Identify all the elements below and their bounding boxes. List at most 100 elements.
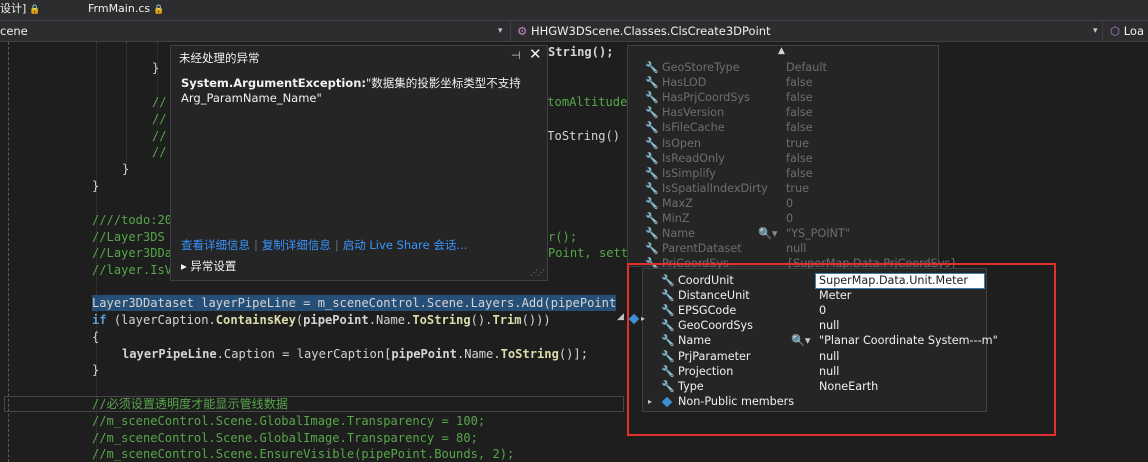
code-line: ttomAltitude xyxy=(540,95,628,109)
close-icon[interactable]: ✕ xyxy=(529,45,542,63)
property-name: IsFileCache xyxy=(662,121,725,135)
code-line: layerPipeLine.Caption = layerCaption[pip… xyxy=(122,347,588,361)
property-name: ParentDataset xyxy=(662,242,742,256)
chevron-down-icon[interactable]: ▾ xyxy=(498,21,503,41)
tab-frmmain-cs[interactable]: FrmMain.cs 🔒 xyxy=(84,0,164,20)
code-line: // xyxy=(152,95,167,109)
property-name: HasVersion xyxy=(662,106,725,120)
property-value: false xyxy=(786,166,813,180)
tab-designer[interactable]: 设计] 🔒 xyxy=(0,0,41,20)
property-value: Default xyxy=(786,61,827,74)
document-tab-bar: 设计] 🔒 FrmMain.cs 🔒 xyxy=(0,0,1148,20)
member-label: Loa xyxy=(1123,24,1144,38)
wrench-icon: 🔧 xyxy=(645,181,659,195)
property-value: false xyxy=(786,151,813,165)
divider xyxy=(510,21,511,41)
indent-guide xyxy=(126,42,127,162)
tab-frmmain-label: FrmMain.cs xyxy=(88,2,151,15)
member-dropdown[interactable]: ⬡ Loa xyxy=(1110,21,1144,41)
property-value: false xyxy=(786,76,813,90)
property-value: true xyxy=(786,136,809,150)
exception-settings-toggle[interactable]: ▸ 异常设置 xyxy=(181,258,236,274)
navigation-bar: cene ▾ ⚙ HHGW3DScene.Classes.ClsCreate3D… xyxy=(0,20,1148,42)
exception-type: System.ArgumentException: xyxy=(181,76,366,90)
code-line: //m_sceneControl.Scene.GlobalImage.Trans… xyxy=(92,431,478,445)
code-line: .ToString() xyxy=(540,129,621,143)
chevron-down-icon[interactable]: ▾ xyxy=(1093,21,1098,41)
project-dropdown[interactable]: cene xyxy=(0,21,28,41)
magnifier-icon[interactable]: 🔍▾ xyxy=(758,226,778,241)
link-separator: | xyxy=(254,238,258,252)
resize-grip-icon[interactable]: ⋰⋰ xyxy=(530,268,545,277)
code-line: //layer.IsV xyxy=(92,263,173,277)
property-name: MaxZ xyxy=(662,196,693,210)
property-value: 0 xyxy=(786,196,794,210)
code-line: // xyxy=(152,129,167,143)
code-line: } xyxy=(152,61,160,75)
code-line: } xyxy=(122,162,130,176)
divider xyxy=(1102,21,1103,41)
tab-designer-label: 设计] xyxy=(0,2,27,15)
property-name: HasLOD xyxy=(662,76,707,90)
property-value: null xyxy=(786,242,807,256)
property-name: GeoStoreType xyxy=(662,61,740,74)
exception-links: 查看详细信息 | 复制详细信息 | 启动 Live Share 会话... xyxy=(181,237,467,253)
code-line: { xyxy=(92,330,100,344)
exception-message: System.ArgumentException:"数据集的投影坐标类型不支持 … xyxy=(181,76,531,106)
property-name: IsSpatialIndexDirty xyxy=(662,181,768,195)
code-line: } xyxy=(92,363,100,377)
wrench-icon: 🔧 xyxy=(645,121,659,135)
wrench-icon: 🔧 xyxy=(645,136,659,150)
property-name: IsReadOnly xyxy=(662,151,725,165)
live-share-link[interactable]: 启动 Live Share 会话... xyxy=(343,238,468,252)
code-line: r(); xyxy=(548,230,578,244)
code-line: //Layer3DDa xyxy=(92,246,173,260)
pin-icon[interactable]: ⊣ xyxy=(511,49,521,62)
exception-text: "数据集的投影坐标类型不支持 xyxy=(365,76,521,90)
code-line: //m_sceneControl.Scene.GlobalImage.Trans… xyxy=(92,414,486,428)
scroll-up-icon[interactable]: ▲ xyxy=(778,46,785,56)
lock-icon: 🔒 xyxy=(153,5,165,15)
highlighted-code-line: Layer3DDataset layerPipeLine = m_sceneCo… xyxy=(92,295,617,311)
property-value: false xyxy=(786,106,813,120)
code-line: String(); xyxy=(548,45,614,59)
property-name: MinZ xyxy=(662,212,690,225)
lock-icon: 🔒 xyxy=(29,5,41,15)
property-value: false xyxy=(786,121,813,135)
wrench-icon: 🔧 xyxy=(645,106,659,120)
property-name: IsSimplify xyxy=(662,166,716,180)
property-name: HasPrjCoordSys xyxy=(662,91,750,105)
property-value: true xyxy=(786,181,809,195)
view-details-link[interactable]: 查看详细信息 xyxy=(181,238,250,252)
wrench-icon: 🔧 xyxy=(645,242,659,256)
exception-text-2: Arg_ParamName_Name" xyxy=(181,91,322,105)
wrench-icon: 🔧 xyxy=(645,151,659,165)
class-icon: ⚙ xyxy=(517,24,528,38)
current-line-indicator xyxy=(4,396,624,412)
annotation-highlight-box xyxy=(627,263,1056,436)
class-dropdown[interactable]: ⚙ HHGW3DScene.Classes.ClsCreate3DPoint xyxy=(517,21,771,41)
wrench-icon: 🔧 xyxy=(645,227,659,241)
wrench-icon: 🔧 xyxy=(645,91,659,105)
link-separator: | xyxy=(334,238,339,252)
wrench-icon: 🔧 xyxy=(645,166,659,180)
code-line: // xyxy=(152,112,167,126)
property-name: IsOpen xyxy=(662,136,702,150)
code-line: //Layer3DS xyxy=(92,230,165,244)
code-line: } xyxy=(92,179,100,193)
wrench-icon: 🔧 xyxy=(645,212,659,225)
pin-icon[interactable]: ◢ xyxy=(617,312,624,322)
code-line: //m_sceneControl.Scene.EnsureVisible(pip… xyxy=(92,447,515,461)
wrench-icon: 🔧 xyxy=(645,196,659,210)
code-line: ////todo:20 xyxy=(92,213,173,227)
wrench-icon: 🔧 xyxy=(645,61,659,74)
code-line: Point, sett xyxy=(548,246,629,260)
property-value: "YS_POINT" xyxy=(786,227,850,241)
code-line: if (layerCaption.ContainsKey(pipePoint.N… xyxy=(92,313,551,327)
exception-title: 未经处理的异常 xyxy=(179,51,260,65)
copy-details-link[interactable]: 复制详细信息 xyxy=(262,238,331,252)
class-path: HHGW3DScene.Classes.ClsCreate3DPoint xyxy=(530,24,771,38)
code-line: // xyxy=(152,145,167,159)
wrench-icon: 🔧 xyxy=(645,76,659,90)
exception-helper-popup: 未经处理的异常 ⊣ ✕ System.ArgumentException:"数据… xyxy=(170,45,548,281)
